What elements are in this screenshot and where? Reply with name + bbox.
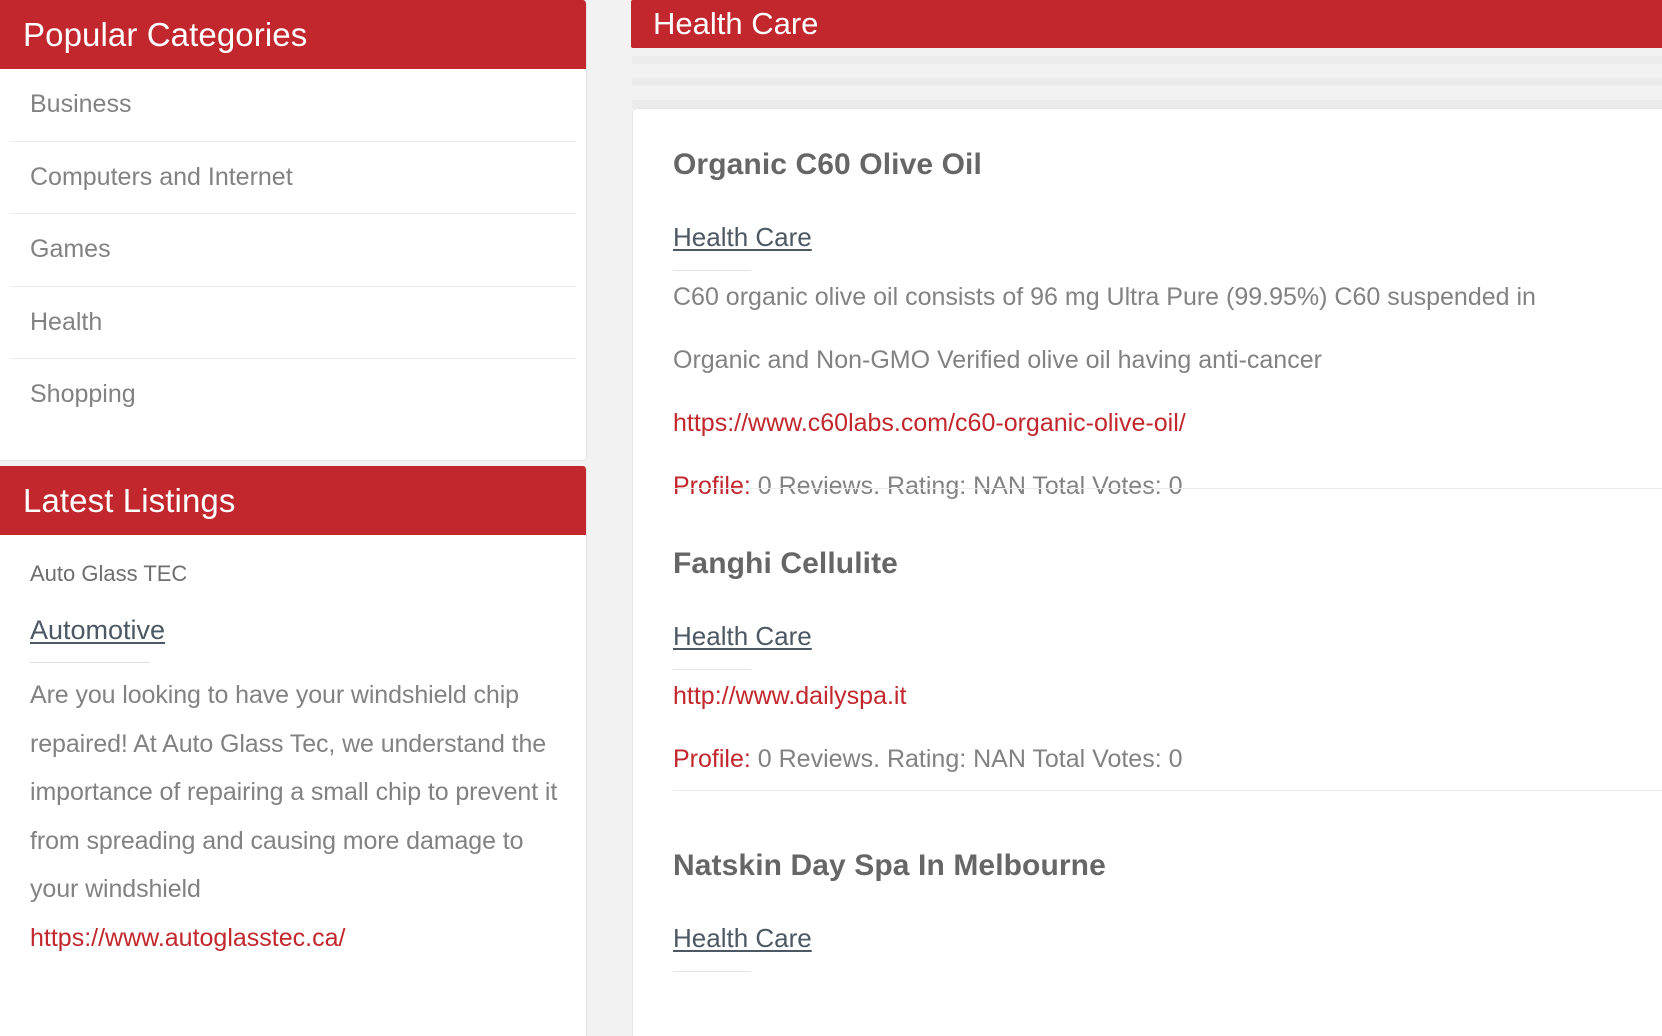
popular-categories-panel: Popular Categories Business Computers an… <box>0 0 587 461</box>
listing-category-link[interactable]: Health Care <box>673 222 812 253</box>
sidebar-item-business[interactable]: Business <box>10 69 576 142</box>
listing-profile-stats: Profile: 0 Reviews. Rating: NAN Total Vo… <box>673 471 1662 500</box>
listing-title: Organic C60 Olive Oil <box>673 148 982 181</box>
main-header: Health Care <box>631 0 1662 48</box>
listing-url-link[interactable]: http://www.dailyspa.it <box>673 683 1662 709</box>
category-label: Health <box>30 307 103 336</box>
listing-category-link[interactable]: Health Care <box>673 621 812 652</box>
listing-item: Fanghi Cellulite Health Care http://www.… <box>633 546 1662 772</box>
profile-stats-text: 0 Reviews. Rating: NAN Total Votes: 0 <box>750 471 1183 500</box>
main-content: Health Care Organic C60 Olive Oil Health… <box>631 0 1662 1036</box>
category-list: Business Computers and Internet Games He… <box>0 69 586 431</box>
profile-link[interactable]: Profile: <box>673 472 751 500</box>
sidebar-item-computers-and-internet[interactable]: Computers and Internet <box>10 142 576 214</box>
listing-divider <box>673 668 751 670</box>
profile-stats-text: 0 Reviews. Rating: NAN Total Votes: 0 <box>750 744 1183 773</box>
sidebar-item-shopping[interactable]: Shopping <box>10 359 576 431</box>
listing-description-line: C60 organic olive oil consists of 96 mg … <box>673 282 1536 311</box>
listing-divider <box>673 269 751 271</box>
listing-item: Organic C60 Olive Oil Health Care C60 or… <box>633 147 1662 499</box>
listing-category-link[interactable]: Automotive <box>30 615 165 646</box>
listing-description: Are you looking to have your windshield … <box>30 681 558 904</box>
listing-title: Natskin Day Spa In Melbourne <box>673 849 1106 882</box>
listing-url-link[interactable]: https://www.autoglasstec.ca/ <box>30 914 560 963</box>
page-root: Popular Categories Business Computers an… <box>0 0 1662 1036</box>
category-label: Computers and Internet <box>30 162 293 191</box>
latest-listings-header: Latest Listings <box>0 466 586 535</box>
listing-category-link[interactable]: Health Care <box>673 923 812 954</box>
category-label: Business <box>30 90 132 118</box>
listing-url-link[interactable]: https://www.c60labs.com/c60-organic-oliv… <box>673 410 1662 436</box>
popular-categories-header: Popular Categories <box>0 0 586 69</box>
listings-card: Organic C60 Olive Oil Health Care C60 or… <box>632 108 1662 1036</box>
listing-separator <box>673 790 1662 791</box>
divider-bar <box>632 56 1662 64</box>
profile-link[interactable]: Profile: <box>673 745 751 773</box>
latest-listings-body: Auto Glass TEC Automotive Are you lookin… <box>0 535 586 962</box>
listing-divider <box>673 970 751 972</box>
sidebar-item-games[interactable]: Games <box>10 214 576 287</box>
sidebar: Popular Categories Business Computers an… <box>0 0 587 1036</box>
listing-separator <box>673 488 1662 489</box>
divider-bar <box>632 100 1662 108</box>
listing-item: Natskin Day Spa In Melbourne Health Care <box>633 848 1662 986</box>
latest-listings-panel: Latest Listings Auto Glass TEC Automotiv… <box>0 466 587 1036</box>
category-label: Games <box>30 235 111 263</box>
listing-description-line: Organic and Non-GMO Verified olive oil h… <box>673 345 1322 374</box>
sidebar-item-health[interactable]: Health <box>10 287 576 359</box>
category-label: Shopping <box>30 380 136 408</box>
listing-divider <box>30 662 150 664</box>
listing-title: Fanghi Cellulite <box>673 547 898 580</box>
listing-title: Auto Glass TEC <box>30 561 188 586</box>
divider-bar <box>632 78 1662 86</box>
listing-profile-stats: Profile: 0 Reviews. Rating: NAN Total Vo… <box>673 744 1662 773</box>
